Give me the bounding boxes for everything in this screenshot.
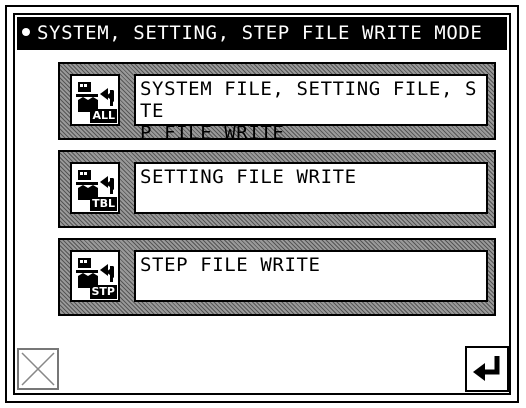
title-bar: SYSTEM, SETTING, STEP FILE WRITE MODE (17, 17, 507, 50)
option-label-box: SETTING FILE WRITE (134, 162, 488, 214)
cancel-button[interactable] (17, 348, 59, 390)
enter-button[interactable] (465, 346, 509, 392)
option-label: SETTING FILE WRITE (140, 166, 357, 188)
file-write-table-icon: TBL (70, 162, 120, 214)
option-label: STEP FILE WRITE (140, 254, 321, 276)
icon-tag: ALL (90, 109, 117, 123)
enter-icon (473, 356, 500, 381)
option-label: SYSTEM FILE, SETTING FILE, STE P FILE WR… (140, 78, 478, 144)
option-setting-file-write[interactable]: TBL SETTING FILE WRITE (58, 150, 496, 228)
option-label-box: SYSTEM FILE, SETTING FILE, STE P FILE WR… (134, 74, 488, 144)
option-step-file-write[interactable]: STP STEP FILE WRITE (58, 238, 496, 316)
close-icon (21, 352, 55, 386)
file-write-step-icon: STP (70, 250, 120, 302)
option-all-files-write[interactable]: ALL SYSTEM FILE, SETTING FILE, STE P FIL… (58, 62, 496, 144)
file-write-all-icon: ALL (70, 74, 120, 126)
icon-tag: STP (89, 285, 117, 299)
page-title: SYSTEM, SETTING, STEP FILE WRITE MODE (37, 22, 483, 44)
bullet-icon (22, 28, 30, 36)
icon-tag: TBL (90, 197, 117, 211)
option-label-box: STEP FILE WRITE (134, 250, 488, 302)
